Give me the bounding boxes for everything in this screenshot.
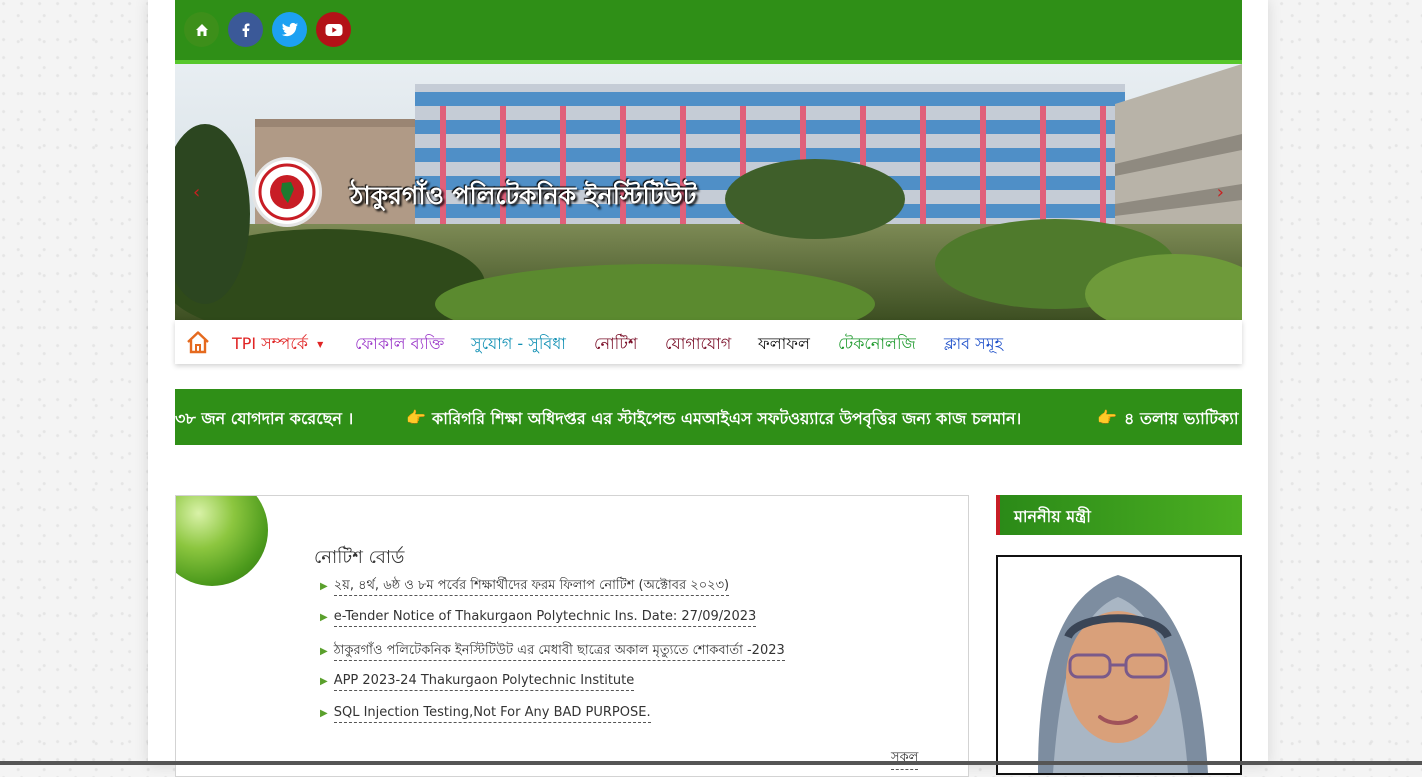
- youtube-icon: [325, 23, 342, 36]
- ticker-item[interactable]: ৪ তলায় ভ্যাটিক্যা: [1124, 406, 1239, 433]
- page-container: ঠাকুরগাঁও পলিটেকনিক ইনস্টিটিউট ‹ › TPI স…: [148, 0, 1268, 777]
- nav-notice[interactable]: নোটিশ: [594, 331, 637, 358]
- notice-link[interactable]: APP 2023-24 Thakurgaon Polytechnic Insti…: [333, 673, 635, 691]
- facebook-button[interactable]: [228, 12, 263, 47]
- nav-focal-person[interactable]: ফোকাল ব্যক্তি: [355, 331, 444, 358]
- nav-technology[interactable]: টেকনোলজি: [838, 331, 916, 358]
- bangladesh-seal-icon: [258, 163, 316, 221]
- nav-tpi-about[interactable]: TPI সম্পর্কে ▼: [232, 331, 323, 358]
- list-item: ▶ e-Tender Notice of Thakurgaon Polytechn…: [320, 609, 757, 627]
- home-icon: [187, 331, 209, 354]
- view-all-link[interactable]: সকল: [891, 748, 919, 770]
- list-item: ▶ APP 2023-24 Thakurgaon Polytechnic Inst…: [320, 673, 635, 691]
- list-item: ▶ SQL Injection Testing,Not For Any BAD P…: [320, 705, 651, 723]
- notice-board: নোটিশ বোর্ড ▶ ২য়, ৪র্থ, ৬ষ্ঠ ও ৮ম পর্বের…: [175, 495, 969, 777]
- bullet-arrow-icon: ▶: [320, 708, 328, 719]
- slider-next-arrow[interactable]: ›: [1217, 182, 1224, 203]
- nav-label: TPI সম্পর্কে: [232, 334, 308, 353]
- main-nav: TPI সম্পর্কে ▼ ফোকাল ব্যক্তি সুযোগ - সুব…: [175, 320, 1242, 364]
- horizontal-scrollbar[interactable]: [0, 761, 1422, 765]
- ticker-item[interactable]: কারিগরি শিক্ষা অধিদপ্তর এর স্টাইপেন্ড এম…: [432, 406, 1021, 433]
- nav-facilities[interactable]: সুযোগ - সুবিধা: [471, 331, 566, 358]
- home-social-button[interactable]: [184, 12, 219, 47]
- minister-heading: মাননীয় মন্ত্রী: [996, 495, 1242, 535]
- nav-home-button[interactable]: [185, 329, 211, 355]
- twitter-icon: [281, 22, 298, 36]
- list-item: ▶ ২য়, ৪র্থ, ৬ষ্ঠ ও ৮ম পর্বের শিক্ষার্থীদ…: [320, 576, 730, 597]
- minister-portrait: [998, 557, 1240, 773]
- nav-contact[interactable]: যোগাযোগ: [665, 331, 731, 358]
- banner-slider: ঠাকুরগাঁও পলিটেকনিক ইনস্টিটিউট ‹ ›: [175, 64, 1242, 320]
- bullet-arrow-icon: ▶: [320, 646, 328, 657]
- nav-result[interactable]: ফলাফল: [758, 331, 810, 358]
- notice-link[interactable]: ঠাকুরগাঁও পলিটেকনিক ইনস্টিটিউট এর মেধাবী…: [333, 643, 785, 661]
- nav-clubs[interactable]: ক্লাব সমূহ: [944, 331, 1003, 358]
- pointing-hand-icon: 👉: [1097, 408, 1117, 427]
- ticker-item[interactable]: ৩৮ জন যোগদান করেছেন ।: [175, 406, 353, 433]
- campus-photo: [175, 64, 1242, 320]
- home-icon: [195, 23, 208, 36]
- notice-board-title: নোটিশ বোর্ড: [314, 547, 405, 568]
- facebook-icon: [242, 23, 249, 37]
- globe-icon: [176, 496, 268, 586]
- institute-title: ঠাকুরগাঁও পলিটেকনিক ইনস্টিটিউট: [350, 181, 697, 210]
- notice-link[interactable]: e-Tender Notice of Thakurgaon Polytechni…: [333, 609, 757, 627]
- youtube-button[interactable]: [316, 12, 351, 47]
- pointing-hand-icon: 👉: [406, 408, 426, 427]
- twitter-button[interactable]: [272, 12, 307, 47]
- government-logo: [252, 157, 322, 227]
- list-item: ▶ ঠাকুরগাঁও পলিটেকনিক ইনস্টিটিউট এর মেধাব…: [320, 641, 785, 662]
- top-bar: [175, 0, 1242, 64]
- notice-link[interactable]: SQL Injection Testing,Not For Any BAD PU…: [333, 705, 651, 723]
- news-ticker: ৩৮ জন যোগদান করেছেন । 👉 কারিগরি শিক্ষা অ…: [175, 389, 1242, 445]
- chevron-down-icon: ▼: [317, 340, 324, 349]
- notice-link[interactable]: ২য়, ৪র্থ, ৬ষ্ঠ ও ৮ম পর্বের শিক্ষার্থীদে…: [333, 578, 730, 596]
- minister-photo: [996, 555, 1242, 775]
- bullet-arrow-icon: ▶: [320, 612, 328, 623]
- slider-prev-arrow[interactable]: ‹: [193, 182, 200, 203]
- bullet-arrow-icon: ▶: [320, 676, 328, 687]
- bullet-arrow-icon: ▶: [320, 581, 328, 592]
- minister-heading-text: মাননীয় মন্ত্রী: [1014, 507, 1091, 526]
